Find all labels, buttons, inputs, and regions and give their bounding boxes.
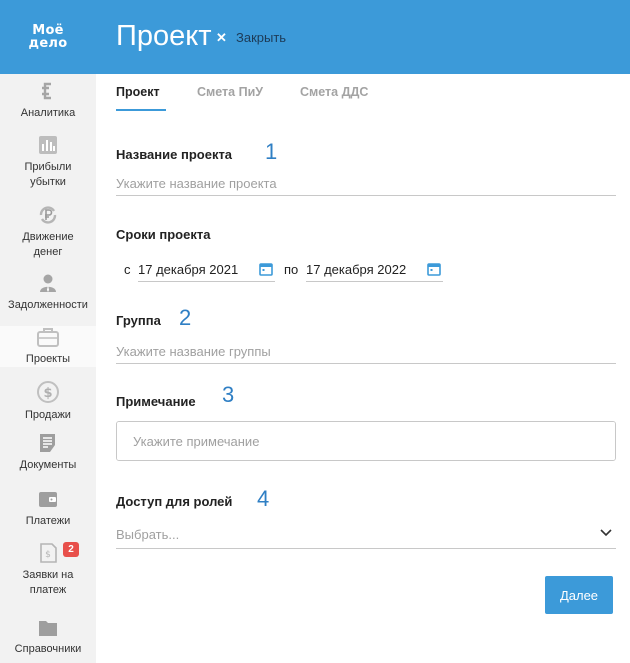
sidebar-item-label: Задолженности (8, 299, 88, 311)
sidebar-item-label: Аналитика (20, 107, 76, 119)
svg-text:$: $ (43, 386, 52, 401)
analytics-icon (42, 82, 51, 100)
sidebar: Аналитика Прибыли убытки Движение денег … (0, 74, 96, 663)
sidebar-item-directories[interactable]: Справочники (0, 618, 96, 657)
sidebar-item-payment-requests[interactable]: $ 2 Заявки на платеж (0, 542, 96, 598)
calendar-icon[interactable] (259, 262, 273, 276)
project-name-input[interactable] (116, 172, 616, 196)
sidebar-item-label: Продажи (25, 409, 71, 421)
sidebar-item-cash-flow[interactable]: Движение денег (0, 204, 96, 260)
sidebar-item-label: Платежи (25, 515, 71, 527)
sidebar-item-debts[interactable]: Задолженности (0, 272, 96, 313)
tab-project[interactable]: Проект (116, 85, 160, 99)
dollar-coin-icon: $ (37, 381, 59, 403)
folder-icon (39, 621, 57, 636)
document-icon (40, 434, 55, 452)
sidebar-item-label: Проекты (25, 353, 71, 365)
logo-line-2: дело (28, 36, 68, 51)
sidebar-item-analytics[interactable]: Аналитика (0, 80, 96, 121)
active-tab-indicator (116, 109, 166, 111)
wallet-icon (39, 492, 57, 507)
notification-badge: 2 (63, 542, 79, 557)
briefcase-icon (37, 328, 59, 347)
next-button[interactable]: Далее (545, 576, 613, 614)
group-label: Группа (116, 313, 161, 328)
svg-text:$: $ (45, 550, 51, 560)
close-link[interactable]: Закрыть (236, 30, 286, 45)
date-to-field[interactable]: 17 декабря 2022 (306, 258, 443, 282)
tab-cashflow-estimate[interactable]: Смета ДДС (300, 85, 368, 99)
tab-pnl-estimate[interactable]: Смета ПиУ (197, 85, 263, 99)
sidebar-item-documents[interactable]: Документы (0, 432, 96, 473)
sidebar-item-label: Заявки на платеж (22, 569, 74, 596)
annotation-number-4: 4 (257, 486, 270, 511)
logo[interactable]: Моё дело (0, 0, 96, 74)
project-dates-label: Сроки проекта (116, 227, 211, 242)
date-from-value: 17 декабря 2021 (138, 262, 239, 277)
sidebar-item-sales[interactable]: $ Продажи (0, 380, 96, 423)
top-bar: Моё дело Проект ✕ Закрыть (0, 0, 630, 74)
annotation-number-2: 2 (179, 305, 192, 330)
sidebar-item-payments[interactable]: Платежи (0, 488, 96, 529)
sidebar-item-label: Прибыли убытки (24, 161, 72, 188)
sidebar-item-label: Справочники (14, 643, 82, 655)
chevron-down-icon (600, 529, 612, 537)
note-textarea[interactable] (116, 421, 616, 461)
note-label: Примечание (116, 394, 196, 409)
sidebar-item-profit-loss[interactable]: Прибыли убытки (0, 134, 96, 190)
date-from-field[interactable]: 17 декабря 2021 (138, 258, 275, 282)
date-from-prefix: с (124, 262, 131, 277)
roles-select-placeholder: Выбрать... (116, 527, 180, 542)
sidebar-item-projects[interactable]: Проекты (0, 326, 96, 367)
annotation-number-1: 1 (265, 139, 278, 164)
roles-access-label: Доступ для ролей (116, 494, 233, 509)
date-to-value: 17 декабря 2022 (306, 262, 407, 277)
date-to-prefix: по (284, 262, 299, 277)
close-icon[interactable]: ✕ (216, 30, 227, 46)
bar-chart-icon (39, 136, 57, 154)
page-title: Проект (116, 20, 212, 52)
annotation-number-3: 3 (222, 382, 235, 407)
ruble-cycle-icon (39, 206, 57, 224)
sidebar-item-label: Движение денег (22, 231, 74, 258)
payment-request-icon: $ (40, 543, 57, 563)
sidebar-item-label: Документы (19, 459, 77, 471)
project-name-label: Название проекта (116, 147, 233, 162)
roles-select[interactable]: Выбрать... (116, 522, 616, 549)
calendar-icon[interactable] (427, 262, 441, 276)
group-input[interactable] (116, 340, 616, 364)
person-icon (40, 274, 56, 292)
